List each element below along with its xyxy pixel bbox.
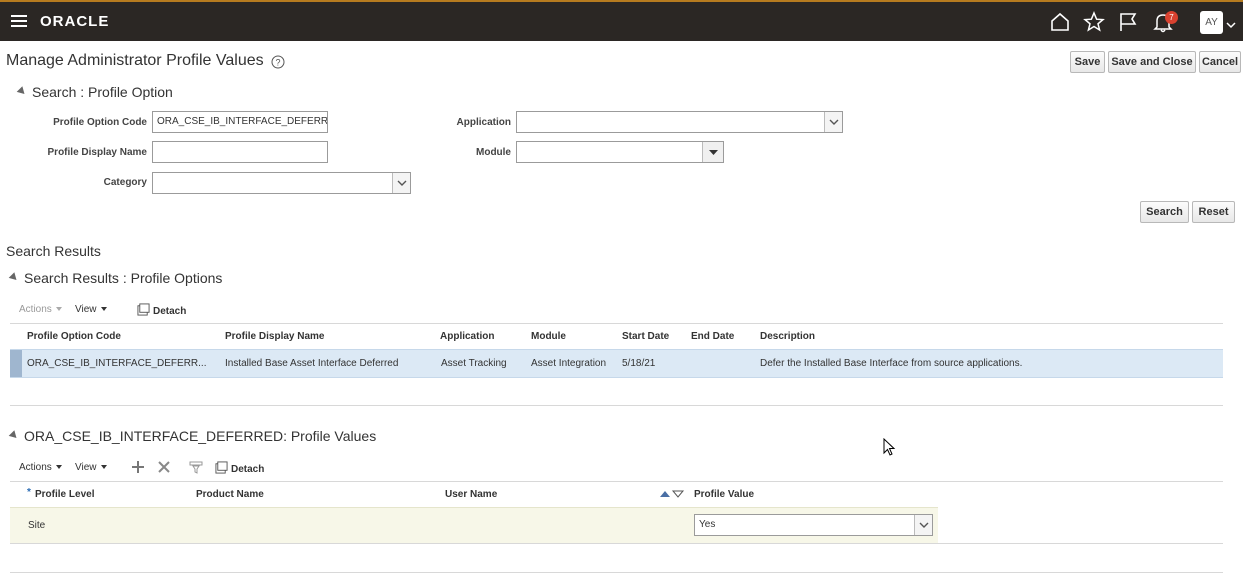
profile-value-dropdown-chevron-icon[interactable] bbox=[914, 515, 932, 535]
module-label: Module bbox=[476, 147, 511, 158]
detach-icon bbox=[215, 461, 228, 474]
caret-down-icon bbox=[55, 307, 62, 311]
collapse-triangle-icon[interactable] bbox=[8, 272, 20, 283]
reset-button[interactable]: Reset bbox=[1192, 201, 1235, 223]
section-divider bbox=[10, 572, 1223, 573]
cancel-button[interactable]: Cancel bbox=[1199, 51, 1241, 73]
search-results-heading: Search Results bbox=[6, 243, 101, 259]
user-avatar[interactable]: AY bbox=[1200, 11, 1223, 34]
results-actions-menu[interactable]: Actions bbox=[19, 304, 62, 315]
view-label: View bbox=[75, 462, 97, 473]
col-product-name[interactable]: Product Name bbox=[196, 489, 264, 500]
cell-description: Defer the Installed Base Interface from … bbox=[760, 358, 1023, 369]
navigator-menu-icon[interactable] bbox=[11, 15, 27, 27]
oracle-logo: ORACLE bbox=[40, 13, 110, 30]
favorites-star-icon[interactable] bbox=[1083, 11, 1105, 33]
cell-start-date: 5/18/21 bbox=[622, 358, 656, 369]
filter-icon[interactable] bbox=[189, 460, 203, 477]
cell-module: Asset Integration bbox=[531, 358, 607, 369]
col-application[interactable]: Application bbox=[440, 331, 494, 342]
profile-display-name-label: Profile Display Name bbox=[47, 147, 147, 158]
detach-label: Detach bbox=[153, 306, 187, 317]
help-icon[interactable]: ? bbox=[271, 55, 285, 69]
values-table-bottom-border bbox=[10, 543, 1223, 544]
profile-value-select[interactable]: Yes bbox=[694, 514, 933, 536]
sort-arrows-icon[interactable] bbox=[659, 489, 685, 502]
col-module[interactable]: Module bbox=[531, 331, 566, 342]
results-view-menu[interactable]: View bbox=[75, 304, 107, 315]
module-dropdown-caret-icon[interactable] bbox=[702, 142, 723, 162]
col-profile-value[interactable]: Profile Value bbox=[694, 489, 754, 500]
detach-label: Detach bbox=[231, 464, 265, 475]
mouse-cursor-icon bbox=[883, 437, 897, 458]
search-section-title: Search : Profile Option bbox=[32, 84, 173, 100]
save-and-close-button[interactable]: Save and Close bbox=[1108, 51, 1196, 73]
search-section-header[interactable]: Search : Profile Option bbox=[16, 84, 173, 100]
category-select[interactable] bbox=[152, 172, 411, 194]
application-label: Application bbox=[456, 117, 511, 128]
global-header: ORACLE 7 AY bbox=[0, 0, 1243, 41]
col-profile-option-code[interactable]: Profile Option Code bbox=[27, 331, 121, 342]
values-table-top-border bbox=[10, 481, 1223, 482]
category-dropdown-chevron-icon[interactable] bbox=[392, 173, 410, 193]
profile-option-code-input[interactable]: ORA_CSE_IB_INTERFACE_DEFERRED bbox=[152, 111, 328, 133]
section-divider bbox=[10, 405, 1223, 406]
cell-profile-display-name: Installed Base Asset Interface Deferred bbox=[225, 358, 399, 369]
page-title: Manage Administrator Profile Values bbox=[6, 52, 264, 69]
save-button[interactable]: Save bbox=[1070, 51, 1105, 73]
required-asterisk: * bbox=[27, 487, 31, 498]
cell-profile-option-code[interactable]: ORA_CSE_IB_INTERFACE_DEFERR... bbox=[27, 358, 207, 369]
results-table-top-border bbox=[10, 323, 1223, 324]
profile-values-section-header[interactable]: ORA_CSE_IB_INTERFACE_DEFERRED: Profile V… bbox=[8, 428, 377, 444]
caret-down-icon bbox=[55, 465, 62, 469]
view-label: View bbox=[75, 304, 97, 315]
values-detach-button[interactable]: Detach bbox=[215, 461, 264, 475]
values-view-menu[interactable]: View bbox=[75, 462, 107, 473]
delete-row-icon[interactable] bbox=[157, 460, 171, 477]
results-section-header[interactable]: Search Results : Profile Options bbox=[8, 270, 223, 286]
notification-count-badge: 7 bbox=[1165, 11, 1178, 24]
module-select[interactable] bbox=[516, 141, 724, 163]
results-detach-button[interactable]: Detach bbox=[137, 303, 186, 317]
collapse-triangle-icon[interactable] bbox=[8, 430, 20, 441]
col-profile-display-name[interactable]: Profile Display Name bbox=[225, 331, 324, 342]
col-profile-level[interactable]: Profile Level bbox=[35, 489, 94, 500]
profile-values-section-title: ORA_CSE_IB_INTERFACE_DEFERRED: Profile V… bbox=[24, 428, 377, 444]
cell-profile-level: Site bbox=[28, 520, 46, 531]
cell-application: Asset Tracking bbox=[441, 358, 507, 369]
add-row-icon[interactable] bbox=[131, 460, 145, 477]
detach-icon bbox=[137, 303, 150, 316]
col-start-date[interactable]: Start Date bbox=[622, 331, 669, 342]
results-section-title: Search Results : Profile Options bbox=[24, 270, 223, 286]
collapse-triangle-icon[interactable] bbox=[16, 86, 28, 97]
col-description[interactable]: Description bbox=[760, 331, 815, 342]
svg-text:?: ? bbox=[275, 58, 280, 68]
caret-down-icon bbox=[100, 307, 107, 311]
home-icon[interactable] bbox=[1049, 11, 1071, 33]
col-user-name[interactable]: User Name bbox=[445, 489, 497, 500]
col-end-date[interactable]: End Date bbox=[691, 331, 734, 342]
caret-down-icon bbox=[100, 465, 107, 469]
profile-display-name-input[interactable] bbox=[152, 141, 328, 163]
actions-label: Actions bbox=[19, 304, 52, 315]
actions-label: Actions bbox=[19, 462, 52, 473]
application-select[interactable] bbox=[516, 111, 843, 133]
profile-option-code-label: Profile Option Code bbox=[53, 117, 147, 128]
row-selection-marker bbox=[10, 350, 22, 377]
values-actions-menu[interactable]: Actions bbox=[19, 462, 62, 473]
search-button[interactable]: Search bbox=[1140, 201, 1189, 223]
watchlist-flag-icon[interactable] bbox=[1117, 11, 1139, 33]
application-dropdown-chevron-icon[interactable] bbox=[824, 112, 842, 132]
category-label: Category bbox=[103, 177, 147, 188]
chevron-down-icon[interactable] bbox=[1226, 17, 1236, 29]
